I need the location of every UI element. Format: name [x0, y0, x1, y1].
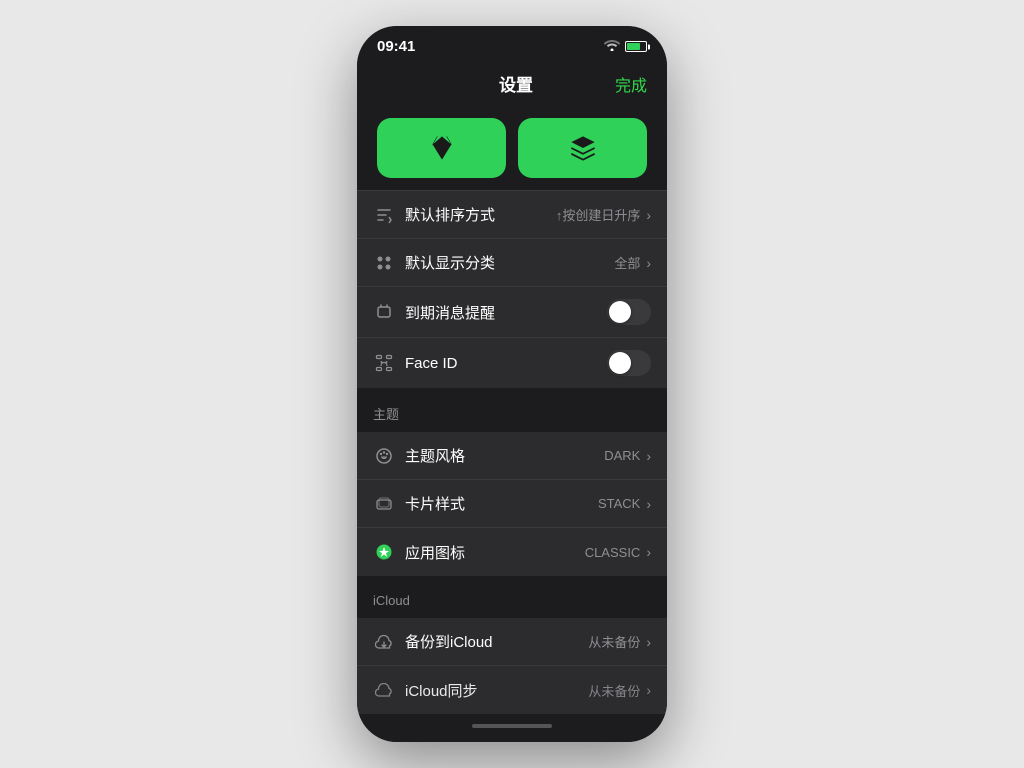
default-sort-value: ↑按创建日升序	[556, 205, 641, 224]
appicon-icon	[373, 541, 395, 563]
icloud-icon	[373, 679, 395, 701]
icloud-sync-label: iCloud同步	[405, 680, 588, 701]
theme-style-row[interactable]: 主题风格 DARK ›	[357, 432, 667, 480]
icloud-header-text: iCloud	[373, 593, 410, 608]
scroll-indicator	[472, 724, 552, 728]
card-icon	[373, 493, 395, 515]
status-bar: 09:41	[357, 26, 667, 63]
status-time: 09:41	[377, 38, 415, 55]
chevron-icon: ›	[646, 544, 651, 560]
chevron-icon: ›	[646, 496, 651, 512]
sketch-app-button[interactable]	[377, 118, 506, 178]
sort-icon	[373, 204, 395, 226]
icloud-settings-list: 备份到iCloud 从未备份 › iCloud同步 从未备份 ›	[357, 618, 667, 714]
backup-icloud-value: 从未备份	[588, 632, 640, 651]
chevron-icon: ›	[646, 207, 651, 223]
card-style-value: STACK	[598, 496, 640, 511]
chevron-icon: ›	[646, 448, 651, 464]
face-id-row[interactable]: Face ID	[357, 338, 667, 388]
face-id-label: Face ID	[405, 355, 607, 372]
chevron-icon: ›	[646, 634, 651, 650]
default-category-label: 默认显示分类	[405, 252, 614, 273]
icloud-sync-value: 从未备份	[588, 681, 640, 700]
diamond-icon	[428, 134, 456, 162]
card-style-row[interactable]: 卡片样式 STACK ›	[357, 480, 667, 528]
faceid-icon	[373, 352, 395, 374]
bottom-bar	[357, 714, 667, 742]
backup-icloud-row[interactable]: 备份到iCloud 从未备份 ›	[357, 618, 667, 666]
backup-icloud-label: 备份到iCloud	[405, 631, 588, 652]
layers-icon	[569, 134, 597, 162]
notification-icon	[373, 301, 395, 323]
chevron-icon: ›	[646, 255, 651, 271]
settings-header: 设置 完成	[357, 63, 667, 108]
app-icon-label: 应用图标	[405, 542, 585, 563]
cloud-icon	[373, 631, 395, 653]
theme-settings-list: 主题风格 DARK › 卡片样式 STACK ›	[357, 432, 667, 576]
theme-style-label: 主题风格	[405, 445, 604, 466]
app-icons-section	[357, 108, 667, 190]
default-category-row[interactable]: 默认显示分类 全部 ›	[357, 239, 667, 287]
theme-section-header: 主题	[357, 388, 667, 432]
layers-app-button[interactable]	[518, 118, 647, 178]
battery-icon	[625, 41, 647, 52]
chevron-icon: ›	[646, 682, 651, 698]
default-sort-label: 默认排序方式	[405, 204, 556, 225]
general-settings-list: 默认排序方式 ↑按创建日升序 › 默认显示分类 全部 ›	[357, 191, 667, 388]
app-icon-value: CLASSIC	[585, 545, 641, 560]
expiry-reminder-row[interactable]: 到期消息提醒	[357, 287, 667, 338]
expiry-reminder-label: 到期消息提醒	[405, 302, 607, 323]
app-icon-row[interactable]: 应用图标 CLASSIC ›	[357, 528, 667, 576]
page-title: 设置	[499, 71, 533, 96]
status-icons	[604, 39, 647, 54]
wifi-icon	[604, 39, 620, 54]
default-category-value: 全部	[614, 253, 640, 272]
category-icon	[373, 252, 395, 274]
icloud-sync-row[interactable]: iCloud同步 从未备份 ›	[357, 666, 667, 714]
theme-style-value: DARK	[604, 448, 640, 463]
phone-frame: 09:41 设置 完成	[357, 26, 667, 742]
icloud-section-header: iCloud	[357, 576, 667, 618]
done-button[interactable]: 完成	[615, 72, 647, 96]
face-id-toggle[interactable]	[607, 350, 651, 376]
palette-icon	[373, 445, 395, 467]
expiry-reminder-toggle[interactable]	[607, 299, 651, 325]
card-style-label: 卡片样式	[405, 493, 598, 514]
theme-header-text: 主题	[373, 407, 399, 422]
default-sort-row[interactable]: 默认排序方式 ↑按创建日升序 ›	[357, 191, 667, 239]
